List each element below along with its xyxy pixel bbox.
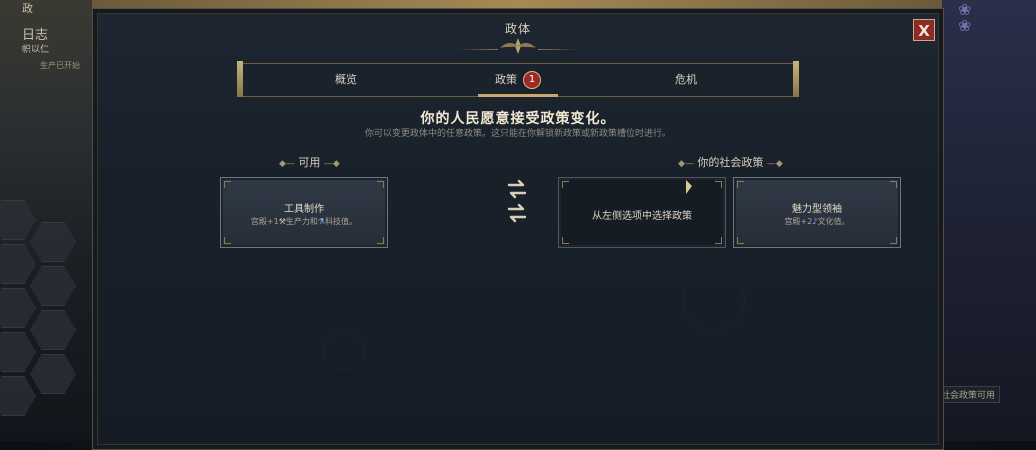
science-flask-icon: ⚗ (317, 217, 326, 226)
card-corner (890, 237, 897, 244)
policy-desc-part: 文化值。 (817, 217, 850, 226)
card-corner (890, 181, 897, 188)
map-hex (0, 288, 36, 328)
card-corner (377, 237, 384, 244)
swap-arrows-icon (507, 179, 527, 199)
policy-card-tool-making[interactable]: 工具制作 宫殿+1⚒生产力和⚗科技值。 (220, 177, 388, 248)
journal-label[interactable]: 日志 (22, 24, 48, 43)
title-ornament-icon (500, 38, 536, 54)
tab-label: 政策 (495, 73, 517, 86)
card-corner (224, 181, 231, 188)
diamond-icon: ◆— (279, 159, 295, 169)
game-map-right: ❀ ❀ (942, 0, 1036, 441)
bg-emblem (683, 269, 745, 331)
card-corner (715, 237, 722, 244)
available-section-label: ◆— 可用 —◆ (279, 154, 340, 170)
policy-desc-part: 科技值。 (325, 217, 358, 226)
tab-label: 危机 (675, 73, 697, 86)
bg-label: 政 (22, 2, 33, 15)
bg-emblem (323, 329, 365, 371)
your-policies-label-text: 你的社会政策 (697, 156, 764, 169)
available-label-text: 可用 (298, 156, 321, 169)
government-modal: 政体 X 概览 政策 1 危机 你的人民愿意接受政策变化。 你可以变更政体中的任意… (92, 8, 944, 450)
diamond-icon: —◆ (323, 159, 340, 169)
map-hex (30, 354, 76, 394)
policy-card-charismatic-leader[interactable]: 魅力型领袖 宫殿+2♪文化值。 (733, 177, 901, 248)
mouse-cursor-icon (686, 180, 692, 194)
lotus-icon[interactable]: ❀ (958, 16, 971, 35)
policy-description: 宫殿+2♪文化值。 (734, 216, 900, 227)
modal-title: 政体 (504, 22, 531, 36)
hammer-icon: ⚒ (278, 217, 286, 226)
map-hex (30, 310, 76, 350)
card-corner (562, 181, 569, 188)
tab-crisis[interactable]: 危机 (626, 64, 746, 96)
card-corner (737, 181, 744, 188)
empty-slot-hint: 从左侧选项中选择政策 (592, 211, 692, 222)
policy-desc-part: 宫殿+1 (250, 217, 279, 226)
map-hex (30, 222, 76, 262)
tab-bar: 概览 政策 1 危机 (243, 63, 793, 97)
map-hex (0, 200, 36, 240)
policy-available-notice[interactable]: 社会政策可用 (935, 386, 1000, 403)
map-hex (0, 332, 36, 372)
bg-notice: 生产已开始 (40, 61, 80, 70)
close-button[interactable]: X (913, 19, 935, 41)
card-corner (224, 237, 231, 244)
diamond-icon: —◆ (766, 159, 783, 169)
map-hex (0, 376, 36, 416)
policy-title: 魅力型领袖 (792, 204, 842, 215)
card-corner (377, 181, 384, 188)
tab-label: 概览 (335, 73, 357, 86)
policy-subline: 你可以变更政体中的任意政策。这只能在你解锁新政策或新政策槽位时进行。 (364, 129, 671, 139)
game-map-left: 政 日志 帜以仁 生产已开始 (0, 0, 92, 441)
policy-title: 工具制作 (284, 204, 324, 215)
top-border-strip (92, 0, 942, 8)
your-policies-section-label: ◆— 你的社会政策 —◆ (678, 154, 783, 170)
tab-policies[interactable]: 政策 1 (458, 64, 578, 97)
card-corner (715, 181, 722, 188)
card-corner (562, 237, 569, 244)
empty-policy-slot[interactable]: 从左侧选项中选择政策 (558, 177, 726, 248)
map-hex (0, 244, 36, 284)
tabbar-cap-right (793, 61, 799, 97)
policy-desc-part: 宫殿+2 (784, 217, 813, 226)
bg-sub-label: 帜以仁 (22, 45, 50, 55)
map-hex (30, 266, 76, 306)
tab-overview[interactable]: 概览 (286, 64, 406, 96)
policy-headline: 你的人民愿意接受政策变化。 (420, 111, 616, 127)
policy-description: 宫殿+1⚒生产力和⚗科技值。 (221, 216, 387, 227)
notification-badge: 1 (523, 71, 541, 89)
diamond-icon: ◆— (678, 159, 694, 169)
swap-arrows-icon (507, 203, 527, 223)
policy-desc-part: 生产力和 (285, 217, 318, 226)
card-corner (737, 237, 744, 244)
